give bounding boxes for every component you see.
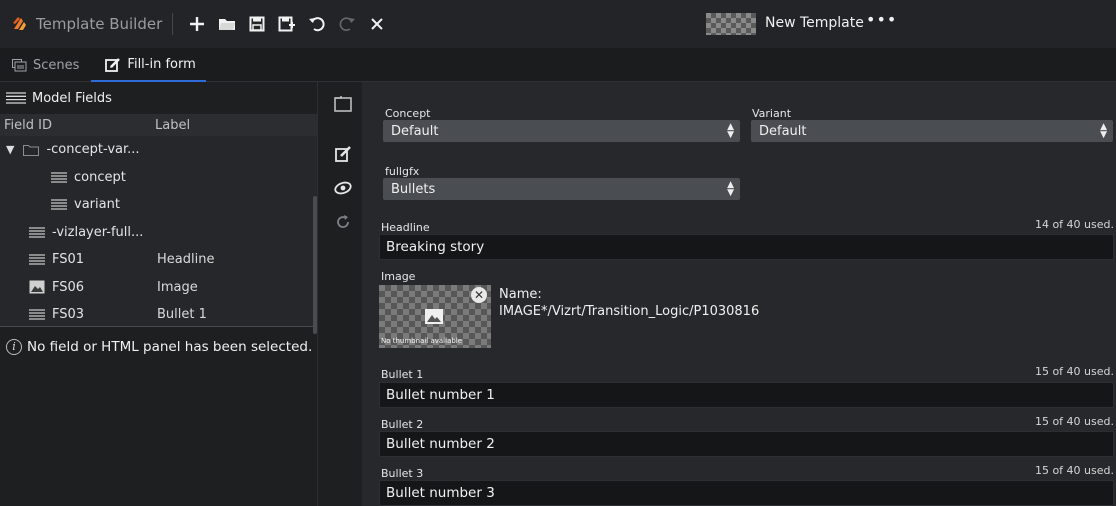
remove-image-button[interactable]: ✕: [471, 287, 487, 303]
bullet2-input[interactable]: Bullet number 2: [379, 431, 1114, 457]
top-toolbar: Template Builder New Template •••: [0, 0, 1116, 48]
text-lines-icon: [28, 308, 46, 322]
app-title: Template Builder: [36, 15, 163, 33]
template-name: New Template: [765, 15, 864, 31]
field-id: FS01: [52, 252, 85, 268]
tree-row[interactable]: FS01 Headline: [0, 246, 317, 274]
image-name-value: IMAGE*/Vizrt/Transition_Logic/P1030816: [499, 304, 760, 319]
list-icon: [6, 92, 26, 104]
bullet3-label: Bullet 3: [381, 467, 424, 480]
select-arrows-icon: ▲ ▼: [727, 180, 734, 198]
open-folder-icon[interactable]: [213, 10, 241, 38]
field-label: Image: [157, 279, 198, 295]
image-name: Name: IMAGE*/Vizrt/Transition_Logic/P103…: [499, 286, 759, 320]
expand-arrow-icon[interactable]: ▼: [6, 143, 14, 156]
tree-scrollbar[interactable]: [313, 196, 317, 334]
side-toolbar: [324, 82, 362, 506]
app-logo-icon: [12, 15, 30, 33]
variant-label: Variant: [752, 107, 792, 120]
edit-icon[interactable]: [324, 137, 362, 171]
tree-row[interactable]: concept: [0, 164, 317, 192]
bullet2-label: Bullet 2: [381, 418, 424, 431]
info-icon: i: [6, 338, 22, 355]
field-id: -vizlayer-full...: [52, 224, 144, 240]
fields-tree: ▼ -concept-var... concept variant -vizla…: [0, 136, 317, 334]
save-icon[interactable]: [243, 10, 271, 38]
scenes-icon: [12, 58, 27, 72]
tab-fill-in-form[interactable]: Fill-in form: [91, 48, 206, 82]
select-arrows-icon: ▲ ▼: [1100, 122, 1107, 140]
image-placeholder-icon: [425, 309, 443, 328]
no-thumbnail-text: No thumbnail available: [381, 337, 463, 345]
tree-row[interactable]: FS03 Bullet 1: [0, 301, 317, 329]
text-lines-icon: [50, 170, 68, 184]
tab-scenes[interactable]: Scenes: [0, 48, 91, 82]
text-lines-icon: [28, 225, 46, 239]
variant-select[interactable]: Default ▲ ▼: [751, 120, 1113, 142]
field-label: Headline: [157, 252, 215, 268]
model-fields-header: Model Fields: [0, 82, 317, 114]
more-options-button[interactable]: •••: [866, 10, 897, 29]
model-fields-title: Model Fields: [32, 90, 112, 106]
model-fields-panel: Model Fields Field ID Label ▼ -concept-v…: [0, 82, 318, 506]
field-id: variant: [74, 197, 120, 213]
view-tabs: Scenes Fill-in form: [0, 48, 1116, 82]
headline-char-count: 14 of 40 used.: [1034, 218, 1114, 231]
bullet3-input[interactable]: Bullet number 3: [379, 480, 1114, 506]
image-icon: [28, 280, 46, 294]
add-icon[interactable]: [183, 10, 211, 38]
bullet1-input[interactable]: Bullet number 1: [379, 382, 1114, 408]
fill-in-form: Concept Default ▲ ▼ Variant Default ▲ ▼ fu…: [362, 82, 1116, 506]
headline-input[interactable]: Breaking story: [379, 234, 1114, 260]
toolbar-divider: [172, 13, 174, 35]
edit-form-icon: [105, 57, 121, 72]
concept-select[interactable]: Default ▲ ▼: [383, 120, 740, 142]
tree-row[interactable]: -vizlayer-full...: [0, 219, 317, 247]
concept-value: Default: [391, 123, 439, 139]
headline-label: Headline: [381, 221, 430, 234]
field-label: Bullet 1: [157, 307, 207, 323]
tab-fill-in-form-label: Fill-in form: [127, 56, 196, 72]
template-thumbnail: [706, 13, 756, 35]
bullet1-label: Bullet 1: [381, 368, 424, 381]
concept-label: Concept: [385, 107, 431, 120]
field-id: -concept-var...: [46, 142, 140, 158]
column-field-id[interactable]: Field ID: [0, 118, 155, 133]
save-as-icon[interactable]: [273, 10, 301, 38]
undo-icon[interactable]: [303, 10, 331, 38]
refresh-icon[interactable]: [324, 205, 362, 239]
variant-value: Default: [759, 123, 807, 139]
panel-icon[interactable]: [324, 86, 362, 120]
close-icon[interactable]: [363, 10, 391, 38]
select-arrows-icon: ▲ ▼: [727, 122, 734, 140]
fullgfx-value: Bullets: [391, 181, 436, 197]
fullgfx-select[interactable]: Bullets ▲ ▼: [383, 178, 740, 200]
field-id: concept: [74, 169, 126, 185]
status-text: No field or HTML panel has been selected…: [27, 338, 313, 355]
table-header: Field ID Label: [0, 114, 317, 136]
redo-icon[interactable]: [333, 10, 361, 38]
image-label: Image: [381, 270, 416, 283]
selection-status: i No field or HTML panel has been select…: [0, 326, 317, 366]
folder-icon: [22, 143, 40, 157]
text-lines-icon: [28, 253, 46, 267]
tree-row[interactable]: variant: [0, 191, 317, 219]
column-label[interactable]: Label: [155, 118, 190, 133]
field-id: FS06: [52, 279, 85, 295]
tab-scenes-label: Scenes: [33, 57, 80, 73]
bullet3-char-count: 15 of 40 used.: [1034, 464, 1114, 477]
bullet1-char-count: 15 of 40 used.: [1034, 365, 1114, 378]
bullet2-char-count: 15 of 40 used.: [1034, 415, 1114, 428]
fullgfx-label: fullgfx: [385, 165, 420, 178]
field-id: FS03: [52, 307, 85, 323]
preview-eye-icon[interactable]: [324, 171, 362, 205]
text-lines-icon: [50, 198, 68, 212]
image-name-label: Name:: [499, 287, 542, 302]
tree-row[interactable]: FS06 Image: [0, 274, 317, 302]
tree-row[interactable]: ▼ -concept-var...: [0, 136, 317, 164]
